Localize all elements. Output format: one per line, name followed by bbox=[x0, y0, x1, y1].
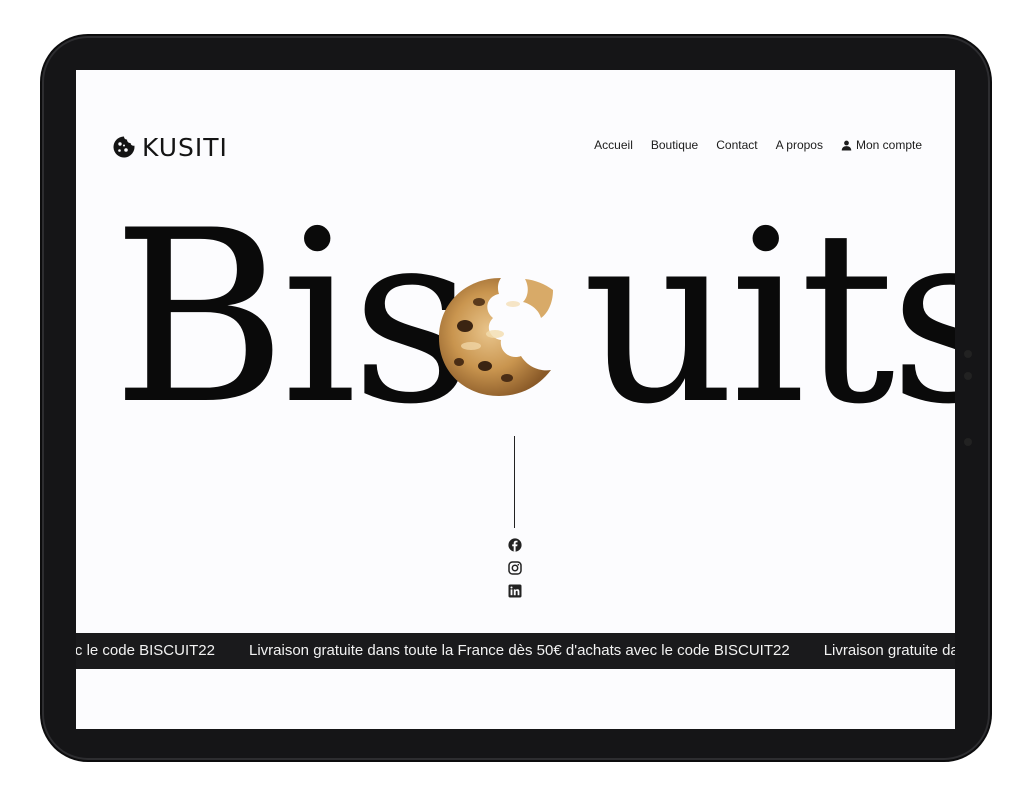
promo-banner-text: Livraison gratuite dans toute la France … bbox=[249, 642, 790, 659]
promo-banner-track: Livraison gratuite dans toute la France … bbox=[76, 642, 955, 659]
instagram-icon[interactable] bbox=[508, 561, 522, 575]
user-icon bbox=[841, 140, 852, 151]
brand-name: KUSITI bbox=[142, 132, 228, 162]
nav-a-propos[interactable]: A propos bbox=[776, 138, 823, 152]
hero-text-part2: uits bbox=[582, 180, 955, 457]
cookie-image bbox=[439, 278, 553, 396]
linkedin-icon[interactable] bbox=[508, 584, 522, 598]
side-button bbox=[964, 438, 972, 446]
main-nav: Accueil Boutique Contact A propos Mon co… bbox=[594, 138, 922, 152]
side-button bbox=[964, 350, 972, 358]
nav-accueil[interactable]: Accueil bbox=[594, 138, 633, 152]
vertical-divider bbox=[514, 436, 515, 528]
promo-banner-text: Livraison gratuite dans toute la France … bbox=[823, 642, 955, 659]
nav-contact[interactable]: Contact bbox=[716, 138, 757, 152]
nav-mon-compte[interactable]: Mon compte bbox=[841, 138, 922, 152]
brand-logo[interactable]: KUSITI bbox=[112, 132, 228, 162]
promo-banner: Livraison gratuite dans toute la France … bbox=[76, 633, 955, 669]
website-screen: KUSITI Accueil Boutique Contact A propos… bbox=[76, 70, 955, 729]
nav-mon-compte-label: Mon compte bbox=[855, 138, 922, 152]
nav-boutique[interactable]: Boutique bbox=[651, 138, 698, 152]
facebook-icon[interactable] bbox=[508, 538, 522, 552]
hero-text-part1: Bis bbox=[112, 180, 473, 457]
hero-title: Bis uits bbox=[112, 200, 955, 438]
social-links bbox=[508, 538, 522, 598]
cookie-logo-icon bbox=[113, 136, 135, 158]
side-button bbox=[964, 372, 972, 380]
promo-banner-text: Livraison gratuite dans toute la France … bbox=[76, 642, 215, 659]
